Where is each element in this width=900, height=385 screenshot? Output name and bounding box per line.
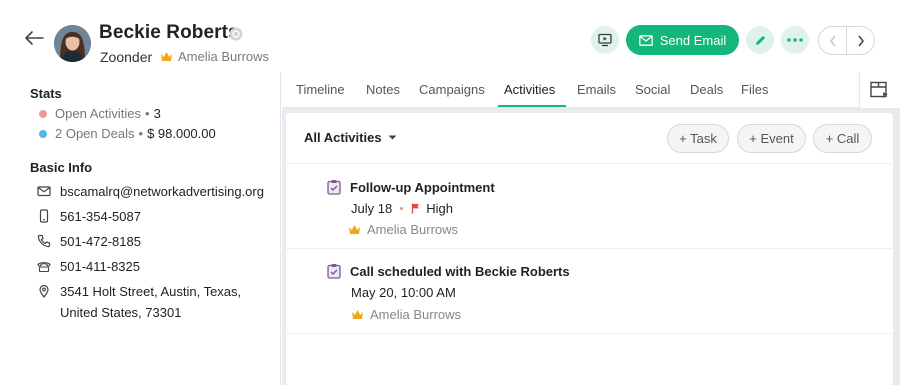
add-task-button[interactable]: + Task <box>667 124 729 153</box>
activity-owner[interactable]: Amelia Burrows <box>351 307 461 322</box>
open-deals-value: $ 98.000.00 <box>147 126 216 141</box>
stats-heading: Stats <box>30 86 62 101</box>
monitor-icon <box>598 33 612 47</box>
tab-files[interactable]: Files <box>741 82 768 97</box>
activity-date: July 18 <box>351 201 393 216</box>
fax-row[interactable]: 501-411-8325 <box>37 256 140 277</box>
open-activities-label: Open Activities <box>55 106 141 121</box>
tab-activities[interactable]: Activities <box>504 82 555 97</box>
next-record-button[interactable] <box>847 27 874 54</box>
email-row[interactable]: bscamalrq@networkadvertising.org <box>37 181 264 202</box>
add-event-button[interactable]: + Event <box>737 124 806 153</box>
contact-name: Beckie Roberts <box>99 22 239 43</box>
activities-card <box>286 113 893 385</box>
activities-dot <box>39 110 47 118</box>
phone-value: 501-472-8185 <box>60 234 141 249</box>
activity-filter-label: All Activities <box>304 130 382 145</box>
tab-notes[interactable]: Notes <box>366 82 400 97</box>
phone-icon <box>37 234 51 248</box>
layout-toggle-button[interactable] <box>859 72 900 108</box>
send-email-button[interactable]: Send Email <box>626 25 739 55</box>
edit-button[interactable] <box>746 26 774 54</box>
crown-icon <box>349 225 360 234</box>
tab-emails[interactable]: Emails <box>577 82 616 97</box>
activity-title[interactable]: Follow-up Appointment <box>350 180 495 195</box>
envelope-icon <box>638 34 653 46</box>
screen-share-button[interactable] <box>591 26 619 54</box>
fax-value: 501-411-8325 <box>60 259 140 274</box>
chevron-right-icon <box>857 35 864 46</box>
tab-deals[interactable]: Deals <box>690 82 723 97</box>
activity-owner[interactable]: Amelia Burrows <box>348 222 458 237</box>
envelope-icon <box>37 186 51 197</box>
activity-priority: High <box>426 201 453 216</box>
tab-campaigns[interactable]: Campaigns <box>419 82 485 97</box>
activity-title[interactable]: Call scheduled with Beckie Roberts <box>350 264 570 279</box>
pencil-icon <box>755 35 765 45</box>
fax-phone-icon <box>37 262 51 273</box>
list-divider <box>286 333 893 334</box>
previous-record-button[interactable] <box>819 27 846 54</box>
more-options-button[interactable] <box>781 26 809 54</box>
activity-owner-name: Amelia Burrows <box>367 222 459 237</box>
add-call-button[interactable]: + Call <box>813 124 872 153</box>
deals-dot <box>39 130 47 138</box>
task-clipboard-icon <box>327 180 341 195</box>
open-activities-stat[interactable]: Open Activities • 3 <box>39 106 161 121</box>
layout-panel-icon <box>870 81 888 99</box>
record-navigation <box>818 26 875 55</box>
caret-down-icon <box>388 135 397 140</box>
email-value: bscamalrq@networkadvertising.org <box>60 184 264 199</box>
crown-icon <box>352 310 363 319</box>
address-row[interactable]: 3541 Holt Street, Austin, Texas, United … <box>37 281 241 323</box>
list-divider <box>286 248 893 249</box>
active-tab-indicator <box>498 105 566 107</box>
avatar[interactable] <box>54 25 91 62</box>
contact-header: Beckie Roberts Zoonder Amelia Burrows Se… <box>0 0 900 72</box>
mobile-row[interactable]: 561-354-5087 <box>37 206 141 227</box>
send-email-label: Send Email <box>659 32 727 48</box>
open-deals-label: 2 Open Deals <box>55 126 135 141</box>
priority-flag-icon <box>412 203 420 214</box>
mobile-value: 561-354-5087 <box>60 209 141 224</box>
back-arrow-icon[interactable] <box>22 26 46 50</box>
mobile-phone-icon <box>39 209 49 223</box>
contact-owner[interactable]: Amelia Burrows <box>160 49 269 64</box>
contact-company[interactable]: Zoonder <box>100 49 152 65</box>
list-divider <box>286 163 893 164</box>
more-dots-icon <box>787 38 803 42</box>
contact-details-panel: Stats Open Activities • 3 2 Open Deals •… <box>0 72 281 385</box>
open-deals-stat[interactable]: 2 Open Deals • $ 98.000.00 <box>39 126 216 141</box>
activity-meta: July 18 High <box>351 201 453 216</box>
crown-icon <box>161 52 172 61</box>
address-line-1: 3541 Holt Street, Austin, Texas, <box>60 284 242 299</box>
location-pin-icon <box>39 284 49 298</box>
activity-owner-name: Amelia Burrows <box>370 307 462 322</box>
activity-meta: May 20, 10:00 AM <box>351 285 456 300</box>
contact-owner-name: Amelia Burrows <box>178 49 270 64</box>
basic-info-heading: Basic Info <box>30 160 93 175</box>
address-line-2: United States, 73301 <box>60 305 182 320</box>
activity-filter-dropdown[interactable]: All Activities <box>304 130 397 145</box>
separator-dot <box>400 207 404 210</box>
task-clipboard-icon <box>327 264 341 279</box>
chevron-left-icon <box>829 35 836 46</box>
activity-date: May 20, 10:00 AM <box>351 285 456 300</box>
verified-badge-icon <box>229 27 243 41</box>
record-tabs: Timeline Notes Campaigns Activities Emai… <box>282 72 859 108</box>
tab-timeline[interactable]: Timeline <box>296 82 345 97</box>
open-activities-count: 3 <box>153 106 161 121</box>
phone-row[interactable]: 501-472-8185 <box>37 231 141 252</box>
tab-social[interactable]: Social <box>635 82 670 97</box>
